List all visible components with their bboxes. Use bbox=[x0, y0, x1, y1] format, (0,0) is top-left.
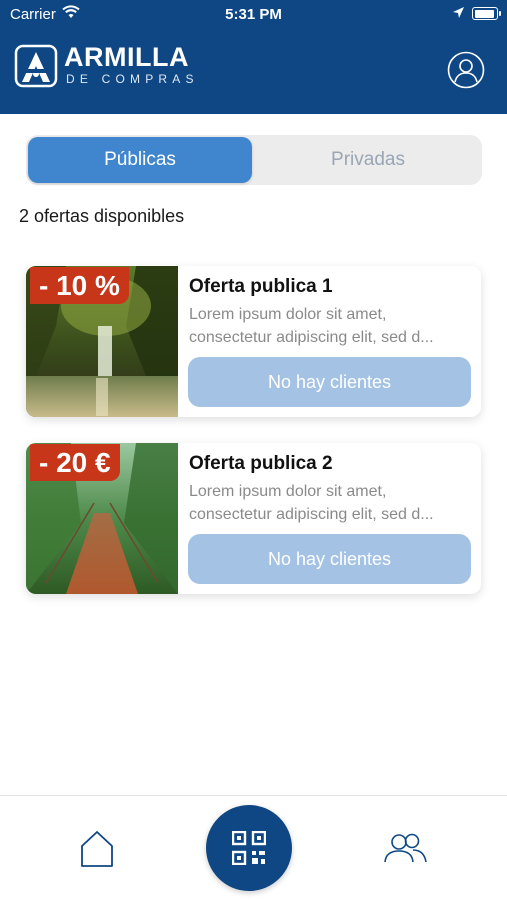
tab-users[interactable] bbox=[382, 832, 428, 864]
discount-badge: - 10 % bbox=[30, 267, 129, 304]
user-profile-icon bbox=[447, 51, 485, 89]
carrier-label: Carrier bbox=[10, 6, 56, 23]
profile-button[interactable] bbox=[447, 51, 485, 89]
no-clients-button[interactable]: No hay clientes bbox=[188, 534, 471, 584]
offer-description-line: Lorem ipsum dolor sit amet, bbox=[189, 483, 387, 500]
offers-segmented-control: Públicas Privadas bbox=[26, 135, 482, 185]
location-arrow-icon bbox=[452, 6, 465, 23]
qr-scan-button[interactable] bbox=[206, 805, 292, 891]
brand-subtitle: DE COMPRAS bbox=[66, 72, 199, 86]
tab-publicas[interactable]: Públicas bbox=[28, 137, 252, 183]
brand-title: ARMILLA bbox=[64, 42, 189, 72]
no-clients-button[interactable]: No hay clientes bbox=[188, 357, 471, 407]
users-icon bbox=[384, 833, 427, 863]
battery-level bbox=[474, 9, 494, 18]
qr-code-icon bbox=[232, 831, 266, 865]
offer-card[interactable]: - 10 % Oferta publica 1 Lorem ipsum dolo… bbox=[26, 266, 481, 417]
discount-badge: - 20 € bbox=[30, 444, 120, 481]
app-header: Carrier 5:31 PM ARMILLA DE COMPRAS bbox=[0, 0, 507, 114]
tab-privadas[interactable]: Privadas bbox=[256, 137, 480, 183]
home-icon bbox=[81, 831, 113, 867]
armilla-logo-icon bbox=[14, 44, 58, 88]
brand-logo: ARMILLA DE COMPRAS bbox=[14, 42, 204, 92]
offer-description: Lorem ipsum dolor sit amet, consectetur … bbox=[189, 303, 471, 349]
offers-count: 2 ofertas disponibles bbox=[19, 206, 185, 226]
bottom-tab-bar bbox=[0, 795, 507, 900]
offer-description: Lorem ipsum dolor sit amet, consectetur … bbox=[189, 480, 471, 526]
wifi-icon bbox=[62, 5, 80, 23]
offer-description-line: consectetur adipiscing elit, sed d... bbox=[189, 506, 434, 523]
offer-description-line: consectetur adipiscing elit, sed d... bbox=[189, 329, 434, 346]
battery-icon bbox=[472, 7, 501, 20]
offer-description-line: Lorem ipsum dolor sit amet, bbox=[189, 306, 387, 323]
offer-card[interactable]: - 20 € Oferta publica 2 Lorem ipsum dolo… bbox=[26, 443, 481, 594]
offer-title: Oferta publica 2 bbox=[189, 453, 333, 474]
status-bar: Carrier 5:31 PM bbox=[0, 0, 507, 30]
offer-title: Oferta publica 1 bbox=[189, 276, 333, 297]
tab-home[interactable] bbox=[79, 829, 115, 869]
